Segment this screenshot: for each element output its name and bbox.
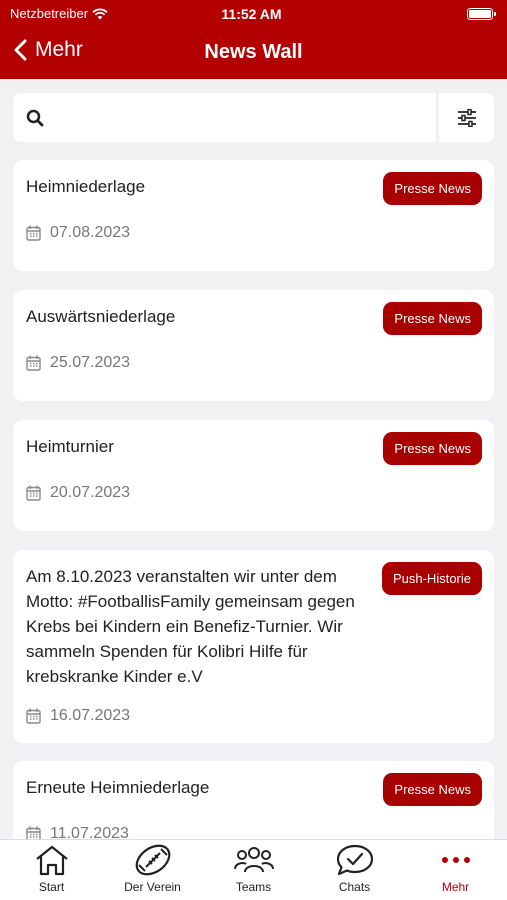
- people-icon: [233, 847, 274, 873]
- news-date: 20.07.2023: [26, 484, 130, 502]
- status-bar: Netzbetreiber 11:52 AM: [10, 6, 496, 22]
- category-badge[interactable]: Presse News: [383, 172, 482, 205]
- news-card[interactable]: Am 8.10.2023 veranstalten wir unter dem …: [13, 550, 494, 743]
- news-title: Erneute Heimniederlage: [26, 778, 210, 797]
- tab-chats[interactable]: Chats: [304, 840, 405, 900]
- news-title: Heimturnier: [26, 437, 114, 456]
- page-title: News Wall: [204, 41, 303, 63]
- tab-mehr[interactable]: Mehr: [405, 840, 506, 900]
- search-box: [13, 93, 436, 142]
- tab-der-verein[interactable]: Der Verein: [102, 840, 203, 900]
- tab-label: Teams: [235, 880, 272, 894]
- tab-start[interactable]: Start: [1, 840, 102, 900]
- app-header: Netzbetreiber 11:52 AM Mehr News Wall: [0, 0, 507, 79]
- calendar-icon: [26, 826, 41, 839]
- tab-teams[interactable]: Teams: [203, 840, 304, 900]
- news-date: 11.07.2023: [26, 825, 129, 839]
- tab-label: Der Verein: [124, 880, 181, 894]
- calendar-icon: [26, 708, 41, 724]
- calendar-icon: [26, 225, 41, 241]
- news-feed[interactable]: Heimniederlage Presse News 07.08.2023 Au…: [13, 160, 494, 839]
- category-badge[interactable]: Presse News: [383, 432, 482, 465]
- news-card[interactable]: Erneute Heimniederlage Presse News 11.07…: [13, 761, 494, 839]
- tab-label: Chats: [338, 880, 371, 894]
- calendar-icon: [26, 485, 41, 501]
- news-date-text: 07.08.2023: [50, 224, 131, 241]
- search-icon: [26, 109, 44, 127]
- news-date-text: 20.07.2023: [50, 484, 131, 501]
- news-date: 07.08.2023: [26, 224, 130, 242]
- filter-button[interactable]: [439, 93, 494, 142]
- search-input[interactable]: [57, 103, 417, 132]
- tab-bar: Start Der Verein Teams Chats Mehr: [0, 839, 507, 900]
- tab-label: Mehr: [441, 880, 470, 894]
- category-badge[interactable]: Presse News: [383, 302, 482, 335]
- category-badge[interactable]: Presse News: [383, 773, 482, 806]
- news-date-text: 16.07.2023: [50, 707, 131, 724]
- news-title: Heimniederlage: [26, 177, 146, 196]
- tab-label: Start: [38, 880, 65, 894]
- news-card[interactable]: Auswärtsniederlage Presse News 25.07.202…: [13, 290, 494, 401]
- news-card[interactable]: Heimturnier Presse News 20.07.2023: [13, 420, 494, 531]
- news-title: Auswärtsniederlage: [26, 307, 176, 326]
- battery-icon: [467, 8, 496, 20]
- chat-icon: [336, 844, 373, 876]
- status-time: 11:52 AM: [221, 6, 282, 22]
- more-dots-icon: [441, 857, 470, 863]
- news-card[interactable]: Heimniederlage Presse News 07.08.2023: [13, 160, 494, 271]
- sliders-icon: [457, 108, 476, 127]
- calendar-icon: [26, 355, 41, 371]
- news-date: 16.07.2023: [26, 707, 130, 725]
- category-badge[interactable]: Push-Historie: [381, 562, 482, 595]
- news-date-text: 11.07.2023: [50, 825, 129, 839]
- news-title: Am 8.10.2023 veranstalten wir unter dem …: [26, 567, 355, 686]
- home-icon: [35, 845, 68, 876]
- football-icon: [135, 844, 170, 876]
- search-row: [13, 93, 494, 142]
- news-date-text: 25.07.2023: [50, 354, 131, 371]
- news-date: 25.07.2023: [26, 354, 130, 372]
